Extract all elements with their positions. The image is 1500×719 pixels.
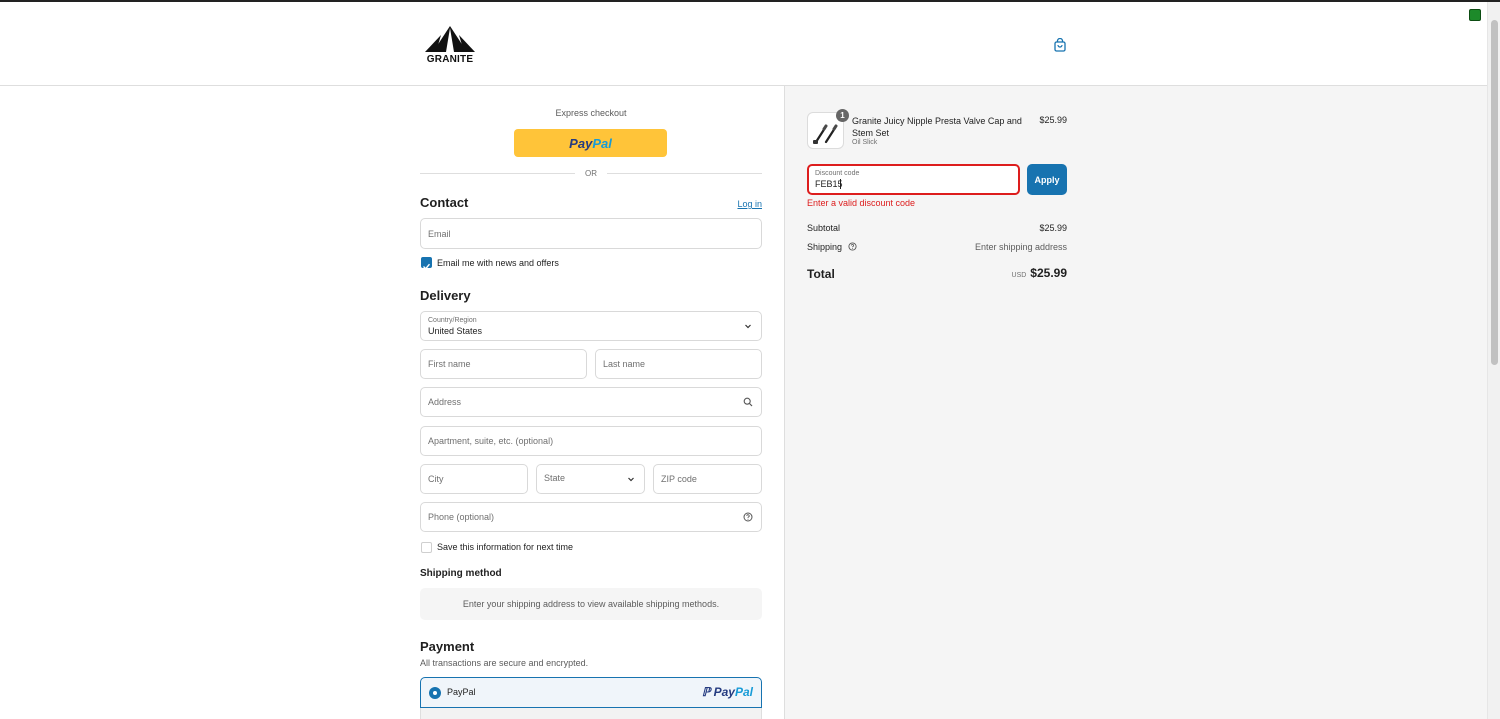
or-divider: OR [420,167,762,179]
discount-code-field[interactable]: Discount code FEB15 [807,164,1020,195]
help-icon[interactable] [743,512,753,522]
last-name-placeholder: Last name [603,359,646,369]
paypal-logo-pay: Pay [713,685,735,699]
help-icon[interactable] [847,242,857,251]
paypal-logo-pay: Pay [569,135,593,151]
discount-code-value: FEB15 [815,179,843,189]
site-header: GRANITE [0,2,1487,86]
payment-option-details [420,708,762,719]
paypal-express-button[interactable]: Pay Pal [514,129,667,157]
divider-line [607,172,762,174]
paypal-logo-pal: Pal [734,685,753,699]
payment-subtitle: All transactions are secure and encrypte… [420,658,589,668]
apartment-placeholder: Apartment, suite, etc. (optional) [428,436,554,446]
chevron-down-icon [745,324,751,329]
payment-option-paypal[interactable]: PayPal ℙ PayPal [420,677,762,708]
email-placeholder: Email [428,228,451,239]
state-select[interactable]: State [536,464,645,494]
total-amount: USD $25.99 [900,266,1067,280]
save-info-checkbox[interactable] [421,542,432,553]
text-cursor [840,179,841,189]
city-placeholder: City [428,474,444,484]
payment-heading: Payment [420,639,475,654]
page-scrollbar[interactable] [1487,2,1500,719]
country-value: United States [428,326,483,336]
mountain-logo-icon [425,26,475,52]
quantity-badge: 1 [836,109,849,122]
express-checkout-label: Express checkout [555,108,627,118]
phone-field[interactable]: Phone (optional) [420,502,762,532]
last-name-field[interactable]: Last name [595,349,762,379]
product-name: Granite Juicy Nipple Presta Valve Cap an… [852,116,1022,138]
contact-heading: Contact [420,195,469,210]
scrollbar-thumb[interactable] [1491,20,1498,365]
shipping-method-heading: Shipping method [420,568,502,579]
shipping-methods-placeholder: Enter your shipping address to view avai… [420,588,762,620]
or-text: OR [585,168,597,178]
paypal-logo-pal: Pal [592,135,612,151]
country-select[interactable]: Country/Region United States [420,311,762,341]
paypal-radio[interactable] [429,687,441,699]
delivery-heading: Delivery [420,288,471,303]
discount-code-label: Discount code [815,170,860,177]
paypal-option-label: PayPal [447,687,476,697]
news-checkbox-label: Email me with news and offers [437,258,559,268]
address-placeholder: Address [428,397,462,407]
total-value: $25.99 [1030,266,1067,280]
apartment-field[interactable]: Apartment, suite, etc. (optional) [420,426,762,456]
subtotal-label: Subtotal [807,223,841,233]
first-name-field[interactable]: First name [420,349,587,379]
paypal-logo: ℙ PayPal [702,685,753,699]
apply-discount-button[interactable]: Apply [1027,164,1067,195]
search-icon [743,397,753,407]
discount-error-message: Enter a valid discount code [807,198,916,208]
city-field[interactable]: City [420,464,528,494]
shipping-value: Enter shipping address [974,242,1067,252]
shopping-bag-icon[interactable] [1053,38,1067,52]
first-name-placeholder: First name [428,359,471,369]
chevron-down-icon [628,477,634,482]
address-field[interactable]: Address [420,387,762,417]
granite-logo[interactable]: GRANITE [423,26,477,66]
email-field[interactable]: Email [420,218,762,249]
phone-placeholder: Phone (optional) [428,512,495,522]
shipping-label: Shipping [807,242,843,252]
total-label: Total [807,267,835,281]
shipping-row: Shipping [807,242,857,252]
save-info-label: Save this information for next time [437,542,574,552]
subtotal-value: $25.99 [1039,223,1067,233]
checkmark-icon [423,263,431,270]
product-variant: Oil Slick [852,139,878,146]
state-placeholder: State [544,473,566,483]
extension-icon[interactable] [1469,9,1481,21]
paypal-logo-p-icon: ℙ [701,685,711,699]
zip-placeholder: ZIP code [661,474,697,484]
divider-line [420,172,575,174]
news-checkbox[interactable] [421,257,432,270]
logo-text: GRANITE [426,54,474,65]
country-label: Country/Region [428,317,477,324]
zip-field[interactable]: ZIP code [653,464,762,494]
product-price: $25.99 [1039,115,1067,125]
login-link[interactable]: Log in [737,199,762,209]
currency-code: USD [1011,272,1027,279]
